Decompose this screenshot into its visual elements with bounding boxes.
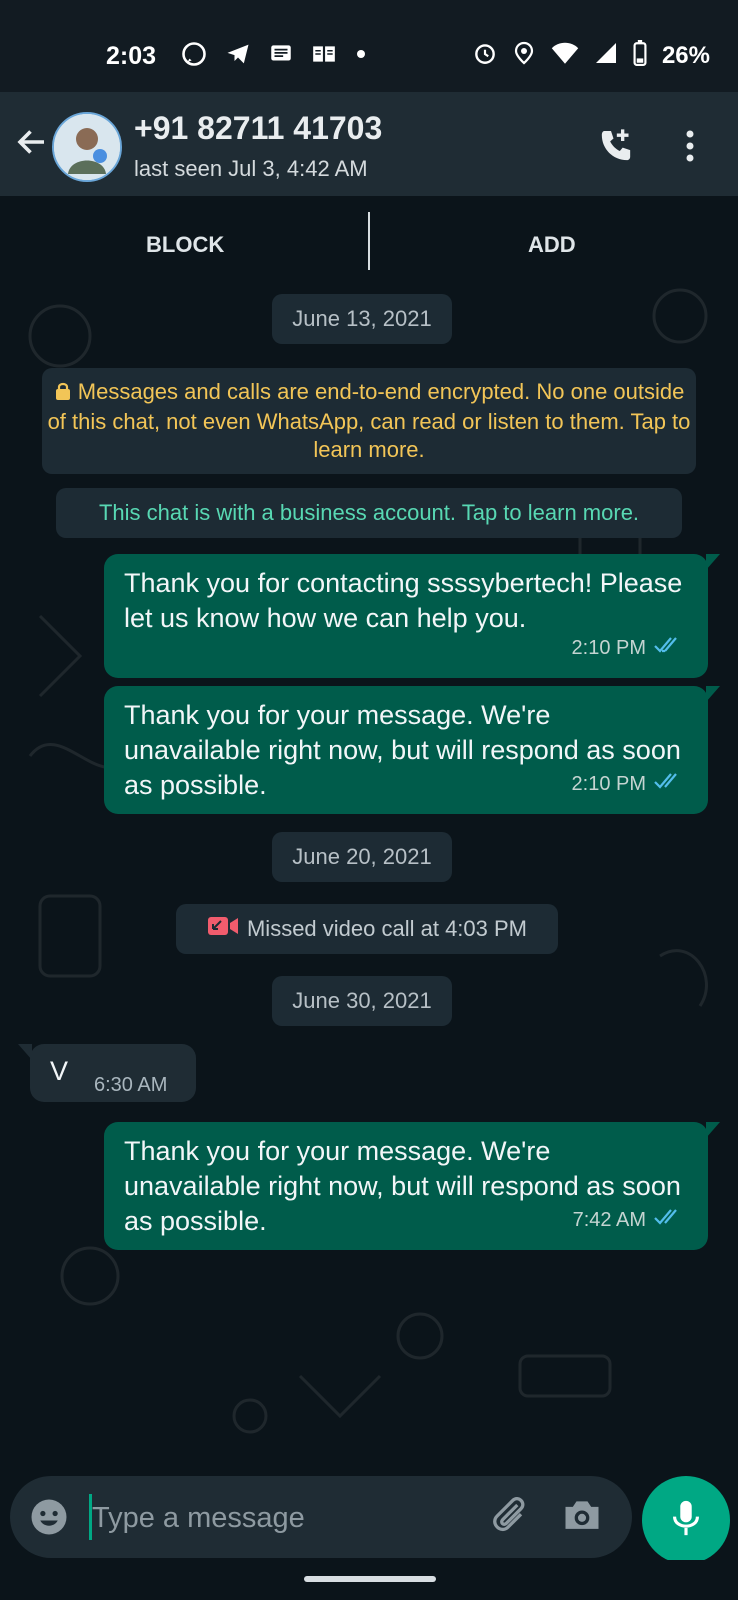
missed-call-notice[interactable]: Missed video call at 4:03 PM [176,904,558,954]
signal-icon [594,41,618,70]
message-bubble-incoming[interactable]: V 6:30 AM [18,1044,196,1102]
paperclip-icon[interactable] [488,1494,532,1543]
chat-header: +91 82711 41703 last seen Jul 3, 4:42 AM [0,92,738,196]
message-time: 6:30 AM [94,1074,168,1096]
message-input[interactable] [90,1494,474,1542]
dot-icon [354,47,368,66]
message-meta: 2:10 PM [572,767,684,802]
block-button[interactable]: BLOCK [146,232,224,258]
location-icon [512,40,536,71]
message-text: V [50,1056,69,1086]
battery-icon [632,40,648,71]
status-bar: 2:03 26% [0,0,738,92]
contact-name[interactable]: +91 82711 41703 [134,110,382,147]
add-call-icon[interactable] [596,126,636,171]
encryption-text: Messages and calls are end-to-end encryp… [47,379,691,462]
emoji-icon[interactable] [28,1496,70,1543]
wifi-icon [550,41,580,70]
message-meta: 2:10 PM [572,631,684,666]
action-bar: BLOCK ADD [0,196,738,286]
message-time: 7:42 AM [572,1209,646,1231]
message-time: 2:10 PM [571,773,646,795]
message-composer [10,1476,632,1558]
add-button[interactable]: ADD [528,232,576,258]
date-chip: June 30, 2021 [272,976,452,1026]
message-time: 2:10 PM [571,637,646,659]
status-notification-icons [180,40,368,73]
camera-icon[interactable] [560,1494,604,1543]
encryption-notice[interactable]: Messages and calls are end-to-end encryp… [42,368,696,474]
date-chip: June 13, 2021 [272,294,452,344]
avatar[interactable] [52,112,122,182]
alarm-icon [472,40,498,71]
message-bubble-outgoing[interactable]: Thank you for contacting ssssybertech! P… [104,554,720,678]
home-gesture-handle[interactable] [304,1576,436,1582]
missed-video-call-icon [207,915,239,943]
back-arrow-icon[interactable] [14,124,50,165]
double-check-icon [654,1203,684,1238]
message-meta: 7:42 AM [573,1203,684,1238]
message-icon [268,41,294,72]
message-bubble-outgoing[interactable]: Thank you for your message. We're unavai… [104,686,720,814]
battery-percent: 26% [661,41,710,69]
message-text: Thank you for contacting ssssybertech! P… [124,568,683,633]
missed-call-text: Missed video call at 4:03 PM [246,916,528,941]
double-check-icon [654,767,684,802]
double-check-icon [654,631,684,666]
status-system-icons: 26% [472,40,710,71]
book-icon [310,41,338,72]
navigation-bar [0,1560,738,1600]
message-bubble-outgoing[interactable]: Thank you for your message. We're unavai… [104,1122,720,1250]
chat-area[interactable]: BLOCK ADD June 13, 2021 Messages and cal… [0,196,738,1460]
lock-icon [54,380,72,408]
voice-record-button[interactable] [642,1476,730,1564]
action-divider [368,212,370,270]
last-seen: last seen Jul 3, 4:42 AM [134,156,368,181]
whatsapp-icon [180,40,208,73]
telegram-icon [224,40,252,73]
business-notice[interactable]: This chat is with a business account. Ta… [56,488,682,538]
status-time: 2:03 [106,42,157,70]
date-chip: June 20, 2021 [272,832,452,882]
microphone-icon [668,1498,704,1543]
more-options-icon[interactable] [684,128,696,169]
